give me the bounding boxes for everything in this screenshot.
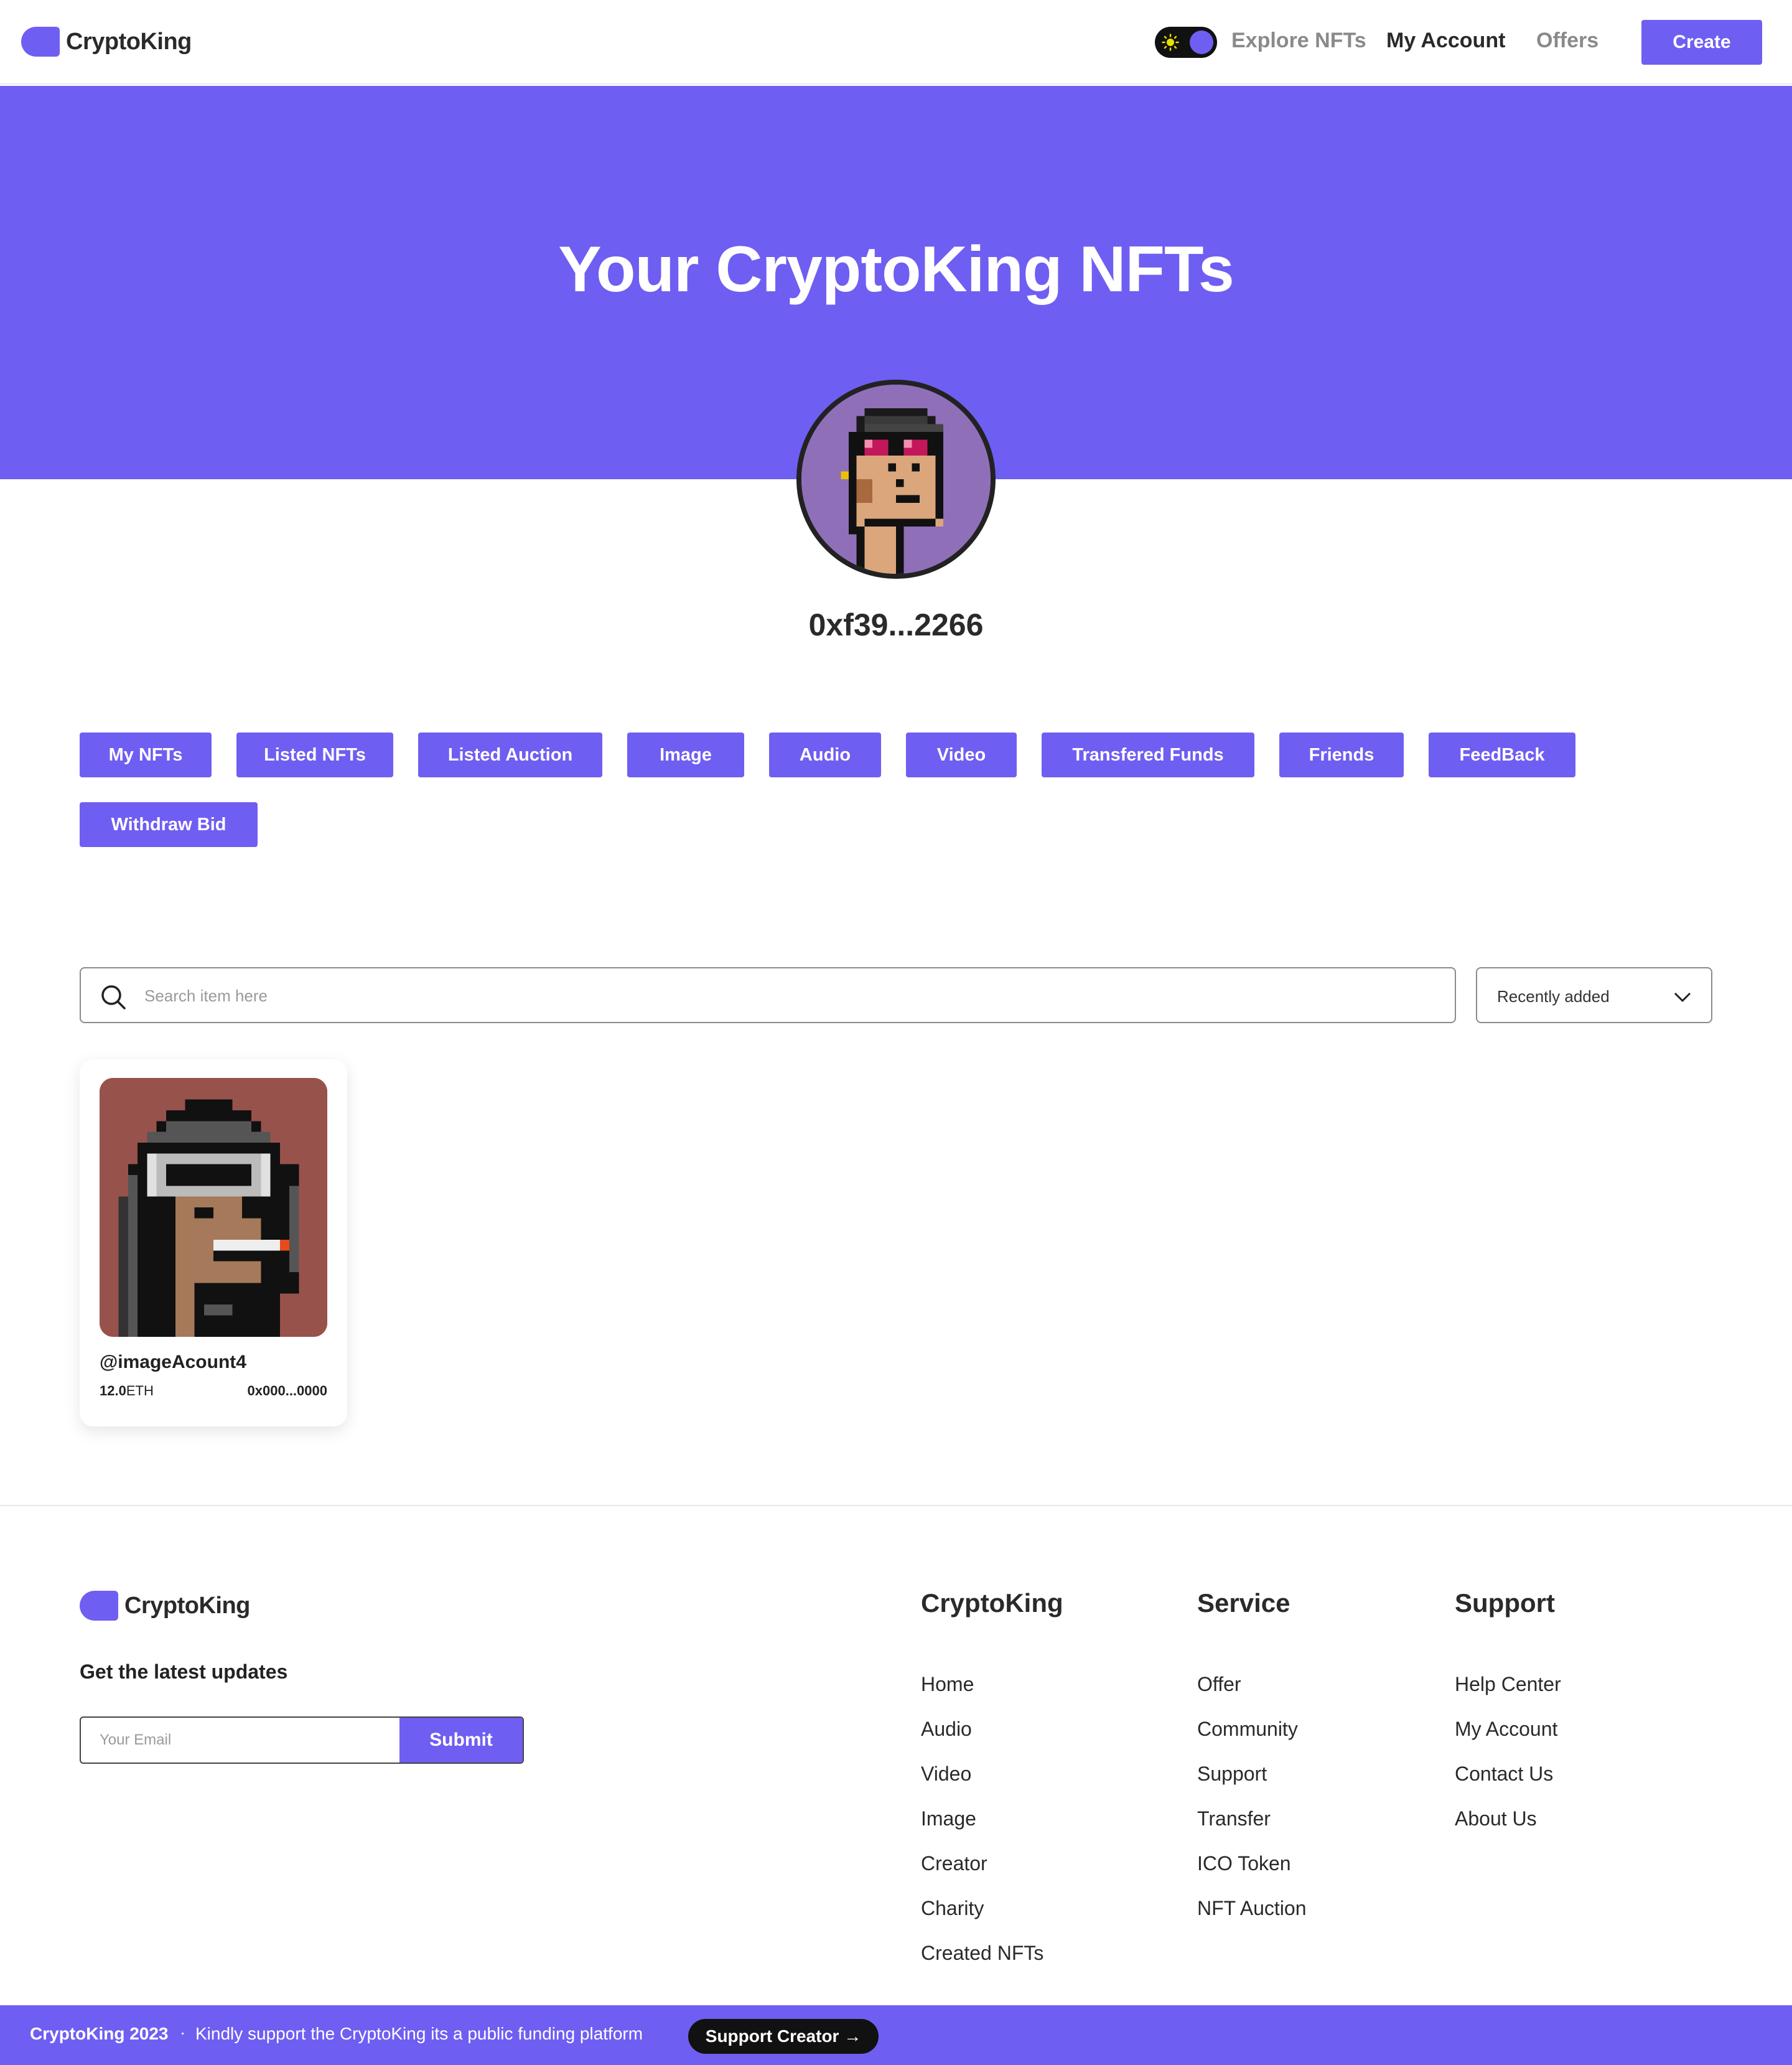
nav-my-account[interactable]: My Account xyxy=(1386,29,1505,53)
footer-link-help-center[interactable]: Help Center xyxy=(1455,1673,1561,1696)
bottom-support-bar: CryptoKing 2023 · Kindly support the Cry… xyxy=(0,2005,1792,2065)
sun-icon xyxy=(1161,33,1180,52)
tab-my-nfts[interactable]: My NFTs xyxy=(80,733,212,777)
nft-image xyxy=(100,1078,327,1337)
footer-divider xyxy=(0,1505,1792,1506)
tab-audio[interactable]: Audio xyxy=(769,733,881,777)
tab-listed-nfts[interactable]: Listed NFTs xyxy=(236,733,393,777)
footer-link-image[interactable]: Image xyxy=(921,1807,976,1830)
sort-selected-value: Recently added xyxy=(1497,987,1610,1006)
chevron-down-icon xyxy=(1673,987,1692,1007)
footer-col-title-cryptoking: CryptoKing xyxy=(921,1588,1063,1618)
bottom-bar-message: Kindly support the CryptoKing its a publ… xyxy=(195,2024,643,2043)
footer-link-charity[interactable]: Charity xyxy=(921,1897,984,1920)
tab-withdraw-bid[interactable]: Withdraw Bid xyxy=(80,802,258,847)
nav-offers[interactable]: Offers xyxy=(1536,29,1598,53)
nft-card[interactable]: @imageAcount4 12.0ETH 0x000...0000 xyxy=(80,1059,347,1426)
search-bar xyxy=(80,967,1456,1023)
footer-link-community[interactable]: Community xyxy=(1197,1718,1298,1741)
footer-link-created-nfts[interactable]: Created NFTs xyxy=(921,1942,1043,1965)
tab-transfered-funds[interactable]: Transfered Funds xyxy=(1042,733,1254,777)
support-creator-button[interactable]: Support Creator → xyxy=(688,2019,879,2054)
tab-image[interactable]: Image xyxy=(627,733,744,777)
footer-link-creator[interactable]: Creator xyxy=(921,1852,987,1875)
logo-text: CryptoKing xyxy=(124,1592,250,1619)
footer-link-contact-us[interactable]: Contact Us xyxy=(1455,1763,1553,1786)
logo-mark-icon xyxy=(80,1591,118,1621)
footer-col-title-support: Support xyxy=(1455,1588,1555,1618)
footer-logo[interactable]: CryptoKing xyxy=(80,1591,250,1621)
footer-link-video[interactable]: Video xyxy=(921,1763,971,1786)
footer-link-offer[interactable]: Offer xyxy=(1197,1673,1241,1696)
profile-avatar xyxy=(796,380,996,579)
newsletter-tagline: Get the latest updates xyxy=(80,1660,288,1683)
search-icon xyxy=(100,983,127,1011)
email-field[interactable] xyxy=(81,1718,399,1763)
top-navbar: CryptoKing Explore NFTs My Account Offer… xyxy=(0,0,1792,85)
nft-price-value: 12.0 xyxy=(100,1383,126,1398)
tab-feedback[interactable]: FeedBack xyxy=(1429,733,1575,777)
footer-link-transfer[interactable]: Transfer xyxy=(1197,1807,1271,1830)
bottom-bar-brand: CryptoKing 2023 xyxy=(30,2024,169,2043)
logo-mark-icon xyxy=(21,27,60,57)
header-logo[interactable]: CryptoKing xyxy=(21,27,192,57)
footer-link-support[interactable]: Support xyxy=(1197,1763,1267,1786)
toggle-knob xyxy=(1190,30,1213,54)
footer-col-title-service: Service xyxy=(1197,1588,1290,1618)
wallet-address: 0xf39...2266 xyxy=(808,607,984,642)
bottom-bar-separator: · xyxy=(180,2023,186,2042)
page-title: Your CryptoKing NFTs xyxy=(558,233,1234,306)
tab-listed-auction[interactable]: Listed Auction xyxy=(418,733,602,777)
tab-friends[interactable]: Friends xyxy=(1279,733,1404,777)
create-button[interactable]: Create xyxy=(1641,20,1762,65)
submit-button[interactable]: Submit xyxy=(399,1718,523,1763)
sort-dropdown[interactable]: Recently added xyxy=(1476,967,1712,1023)
nft-price-currency: ETH xyxy=(126,1383,154,1398)
footer-link-ico-token[interactable]: ICO Token xyxy=(1197,1852,1291,1875)
footer-link-audio[interactable]: Audio xyxy=(921,1718,972,1741)
nft-name: @imageAcount4 xyxy=(100,1352,246,1372)
footer-link-about-us[interactable]: About Us xyxy=(1455,1807,1537,1830)
nft-owner-address: 0x000...0000 xyxy=(247,1383,327,1398)
footer-link-nft-auction[interactable]: NFT Auction xyxy=(1197,1897,1306,1920)
search-input[interactable] xyxy=(144,971,1439,1021)
tab-video[interactable]: Video xyxy=(906,733,1017,777)
newsletter-form: Submit xyxy=(80,1716,524,1764)
footer-link-my-account[interactable]: My Account xyxy=(1455,1718,1557,1741)
footer-link-home[interactable]: Home xyxy=(921,1673,974,1696)
theme-toggle[interactable] xyxy=(1155,27,1217,58)
nav-explore-nfts[interactable]: Explore NFTs xyxy=(1231,29,1366,53)
logo-text: CryptoKing xyxy=(66,28,192,55)
nft-price: 12.0ETH xyxy=(100,1383,154,1399)
